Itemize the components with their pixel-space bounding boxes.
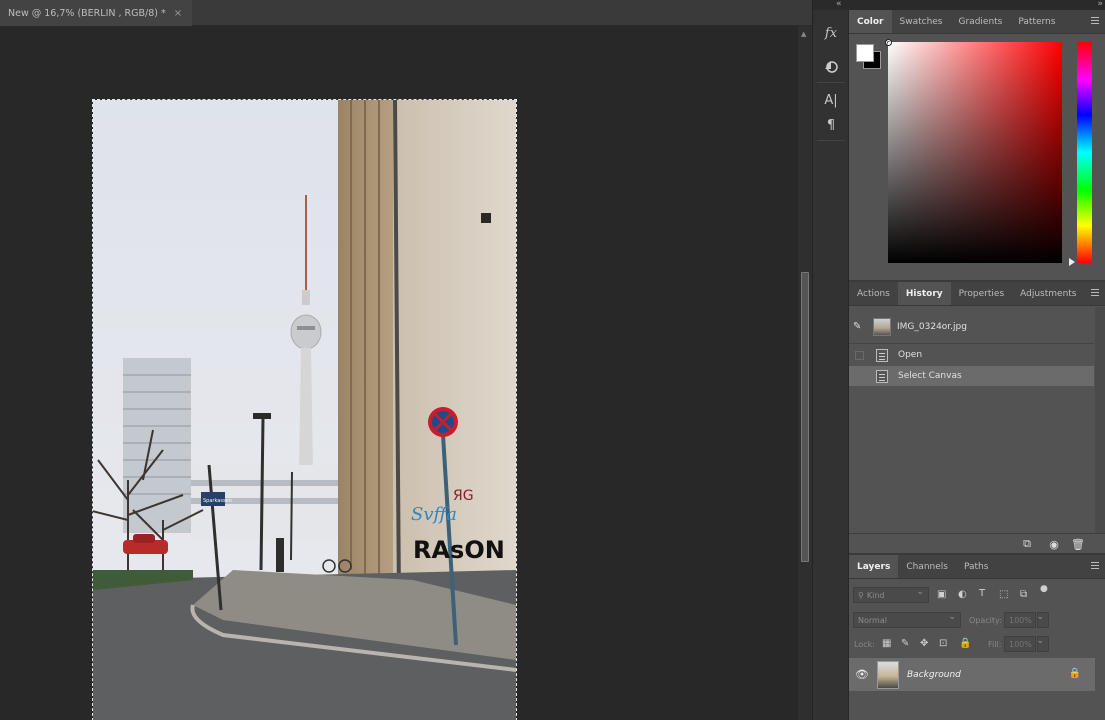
pixel-layer-filter-icon[interactable]: ▣ <box>937 589 946 600</box>
scroll-up-arrow-icon[interactable]: ▲ <box>801 30 806 38</box>
history-state-select-canvas[interactable]: Select Canvas <box>849 366 1094 386</box>
new-document-from-state-icon[interactable]: ⧉ <box>1021 537 1033 550</box>
history-snapshot[interactable]: ✎ IMG_0324or.jpg <box>849 310 1094 344</box>
history-scrollbar[interactable] <box>1095 307 1105 533</box>
history-brush-icon[interactable]: ✎ <box>853 321 867 332</box>
vertical-scrollbar[interactable]: ▲ <box>798 26 812 720</box>
tab-layers[interactable]: Layers <box>849 555 899 578</box>
hue-slider-marker-icon[interactable] <box>1069 258 1075 266</box>
collapse-right-icon[interactable]: » <box>1097 0 1103 9</box>
fx-label: fx <box>824 25 838 41</box>
right-panels: « » Color Swatches Gradients Patterns Ac… <box>836 0 1105 720</box>
fill-label: Fill: <box>988 640 1002 649</box>
tab-color[interactable]: Color <box>849 10 892 33</box>
document-tab[interactable]: New @ 16,7% (BERLIN , RGB/8) * × <box>0 0 193 26</box>
paragraph-label: ¶ <box>826 117 836 133</box>
history-state-label: Select Canvas <box>898 371 962 381</box>
filter-toggle-icon[interactable]: ● <box>1040 584 1048 594</box>
scrollbar-thumb[interactable] <box>801 272 809 562</box>
opacity-label: Opacity: <box>969 616 1002 625</box>
color-panel-tabs: Color Swatches Gradients Patterns <box>849 10 1105 34</box>
fx-icon[interactable]: fx <box>819 22 843 44</box>
opacity-input[interactable]: 100% <box>1004 612 1036 628</box>
document-state-icon <box>876 348 888 362</box>
layer-row-background[interactable]: 👁 Background 🔒 <box>849 658 1095 691</box>
svg-text:Svffa: Svffa <box>411 504 457 525</box>
panel-collapse-bar[interactable]: « » <box>836 0 1105 10</box>
adjust-glyph <box>825 61 838 73</box>
lock-position-icon[interactable]: ✥ <box>920 638 928 649</box>
lock-label: Lock: <box>854 640 875 649</box>
close-icon[interactable]: × <box>174 8 182 19</box>
adjust-icon[interactable] <box>819 55 843 77</box>
color-picker-field[interactable] <box>885 39 1062 263</box>
layers-panel-tabs: Layers Channels Paths <box>849 555 1105 579</box>
history-state-open[interactable]: Open <box>849 345 1094 365</box>
tab-adjustments[interactable]: Adjustments <box>1012 282 1084 305</box>
street-sign-text: Sparkassen <box>203 498 232 504</box>
history-source-checkbox[interactable] <box>855 371 864 381</box>
tool-separator <box>817 82 845 83</box>
hue-slider[interactable] <box>1077 42 1092 263</box>
artboard-icon[interactable]: ⊡ <box>939 638 947 649</box>
foreground-color-swatch[interactable] <box>856 44 874 62</box>
history-source-checkbox[interactable] <box>855 350 864 360</box>
smart-object-filter-icon[interactable]: ⧉ <box>1020 589 1027 600</box>
character-label: A| <box>824 92 838 108</box>
tab-history[interactable]: History <box>897 282 951 305</box>
tab-swatches[interactable]: Swatches <box>892 10 951 33</box>
panel-menu-icon[interactable] <box>1091 562 1099 570</box>
graffiti-text: RAsON <box>413 536 505 564</box>
layer-thumbnail <box>877 660 899 689</box>
lock-all-icon[interactable]: 🔒 <box>959 638 971 649</box>
trash-icon[interactable]: 🗑 <box>1071 538 1085 551</box>
svg-text:ЯG: ЯG <box>453 488 474 504</box>
fill-value: 100% <box>1009 639 1032 649</box>
eye-icon[interactable]: 👁 <box>849 668 875 681</box>
character-icon[interactable]: A| <box>819 89 843 111</box>
tool-separator <box>817 140 845 141</box>
paragraph-icon[interactable]: ¶ <box>819 114 843 136</box>
adjustment-layer-filter-icon[interactable]: ◐ <box>958 589 967 600</box>
lock-icon: 🔒 <box>1068 668 1081 679</box>
fill-dropdown[interactable] <box>1036 636 1049 652</box>
collapse-left-icon[interactable]: « <box>836 0 842 9</box>
tab-properties[interactable]: Properties <box>951 282 1012 305</box>
history-state-label: Open <box>898 350 923 360</box>
panel-menu-icon[interactable] <box>1091 17 1099 25</box>
tab-channels[interactable]: Channels <box>898 555 956 578</box>
layer-kind-label: Kind <box>866 590 885 600</box>
tab-patterns[interactable]: Patterns <box>1010 10 1063 33</box>
opacity-dropdown[interactable] <box>1036 612 1049 628</box>
opacity-value: 100% <box>1009 615 1032 625</box>
lock-transparent-pixels-icon[interactable]: ▦ <box>882 638 891 649</box>
panel-menu-icon[interactable] <box>1091 289 1099 297</box>
type-layer-filter-icon[interactable]: T <box>979 588 985 599</box>
tool-strip-header <box>813 0 849 10</box>
search-icon: ⚲ <box>858 590 864 600</box>
snapshot-thumbnail <box>873 317 891 336</box>
document-state-icon <box>876 369 888 383</box>
tab-actions[interactable]: Actions <box>849 282 898 305</box>
layer-name: Background <box>907 669 961 680</box>
color-picker-cursor[interactable] <box>885 39 892 46</box>
fill-input[interactable]: 100% <box>1004 636 1036 652</box>
berlin-street-photo: Sparkassen Svffa RAsON ЯG <box>93 100 516 720</box>
tab-paths[interactable]: Paths <box>956 555 996 578</box>
canvas-image[interactable]: Sparkassen Svffa RAsON ЯG <box>92 99 517 720</box>
document-tab-title: New @ 16,7% (BERLIN , RGB/8) * <box>8 7 166 19</box>
history-panel-tabs: Actions History Properties Adjustments <box>849 282 1105 306</box>
history-footer: ⧉ ◉ 🗑 <box>849 533 1105 553</box>
snapshot-name: IMG_0324or.jpg <box>897 321 967 332</box>
document-tab-bar: New @ 16,7% (BERLIN , RGB/8) * × <box>0 0 812 26</box>
panel-tool-strip: fx A| ¶ <box>812 0 849 720</box>
blend-mode-value: Normal <box>858 615 887 625</box>
blend-mode-select[interactable]: Normal <box>853 612 961 628</box>
shape-layer-filter-icon[interactable]: ⬚ <box>999 589 1008 600</box>
camera-icon[interactable]: ◉ <box>1048 538 1060 551</box>
tab-gradients[interactable]: Gradients <box>951 10 1011 33</box>
lock-image-pixels-icon[interactable]: ✎ <box>901 638 909 649</box>
layer-kind-filter[interactable]: ⚲ Kind <box>853 587 929 603</box>
